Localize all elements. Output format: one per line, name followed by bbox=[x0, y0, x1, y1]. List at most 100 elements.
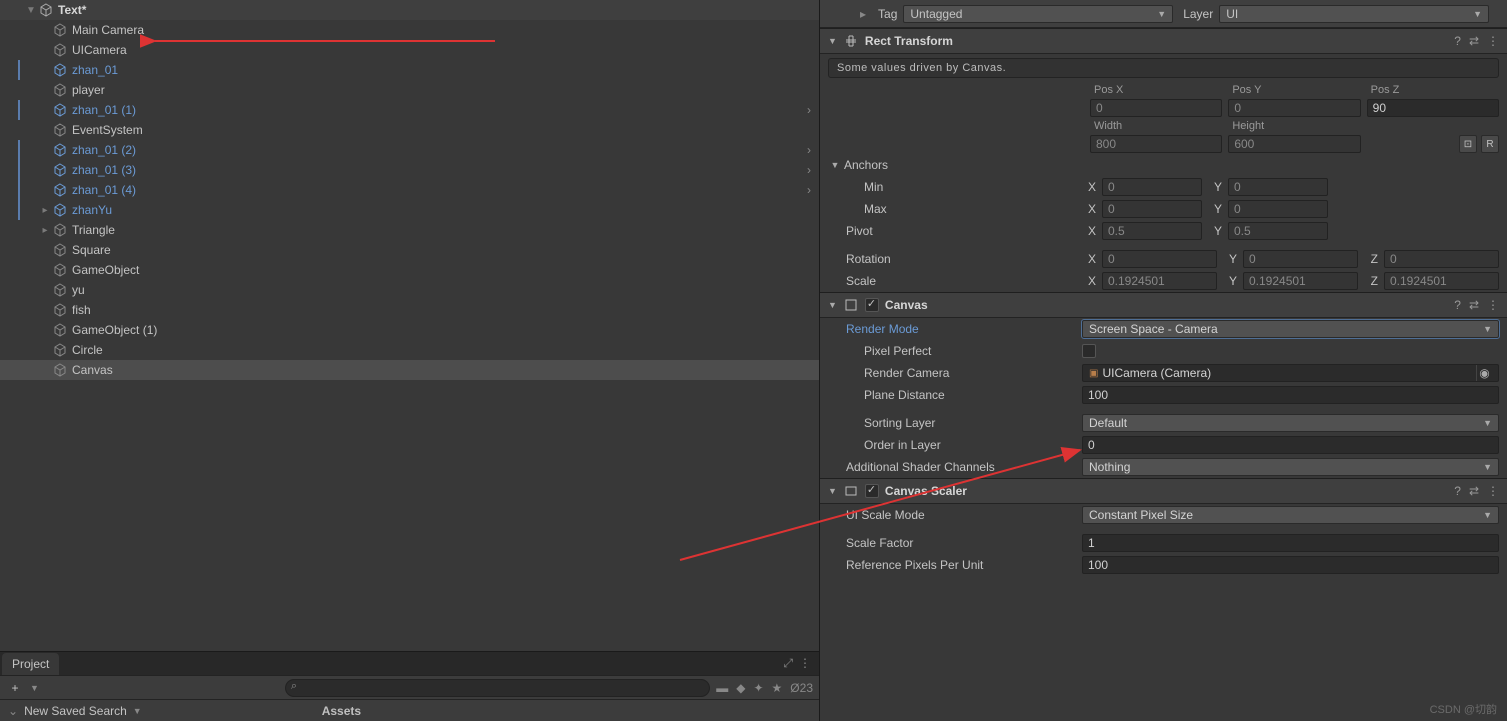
chevron-right-icon[interactable]: › bbox=[807, 183, 811, 197]
filter-label-icon[interactable]: ✦ bbox=[753, 681, 763, 695]
item-label: Square bbox=[72, 243, 111, 257]
hierarchy-item[interactable]: ▸zhanYu bbox=[0, 200, 819, 220]
hierarchy-item[interactable]: zhan_01 bbox=[0, 60, 819, 80]
filter-type-icon[interactable]: ◆ bbox=[736, 681, 745, 695]
hierarchy-item[interactable]: zhan_01 (2) › bbox=[0, 140, 819, 160]
lock-icon[interactable]: ⤢ bbox=[783, 656, 793, 671]
pixel-perfect-checkbox[interactable] bbox=[1082, 344, 1096, 358]
sorting-layer-dropdown[interactable]: Default▼ bbox=[1082, 414, 1499, 432]
chevron-right-icon[interactable]: › bbox=[807, 103, 811, 117]
search-icon: ⌕ bbox=[291, 680, 297, 693]
context-menu-icon[interactable]: ⋮ bbox=[1487, 484, 1499, 498]
chevron-right-icon[interactable]: › bbox=[807, 143, 811, 157]
hierarchy-tree[interactable]: ▼ Text* Main CameraUICamerazhan_01player… bbox=[0, 0, 819, 651]
context-menu-icon[interactable]: ⋮ bbox=[1487, 34, 1499, 48]
foldout-icon[interactable]: ▼ bbox=[828, 36, 837, 46]
render-mode-dropdown[interactable]: Screen Space - Camera▼ bbox=[1082, 320, 1499, 338]
hierarchy-item[interactable]: zhan_01 (3)› bbox=[0, 160, 819, 180]
filter-icon[interactable]: ▬ bbox=[716, 681, 728, 695]
gameobject-icon bbox=[52, 202, 68, 218]
anchors-row[interactable]: ▼ Anchors bbox=[820, 154, 1507, 176]
item-label: EventSystem bbox=[72, 123, 143, 137]
hidden-icon[interactable]: Ø23 bbox=[790, 681, 813, 695]
item-label: Circle bbox=[72, 343, 103, 357]
hierarchy-item[interactable]: Main Camera bbox=[0, 20, 819, 40]
plane-distance-input[interactable] bbox=[1082, 386, 1499, 404]
hierarchy-item[interactable]: zhan_01 (4)› bbox=[0, 180, 819, 200]
hierarchy-item[interactable]: yu bbox=[0, 280, 819, 300]
foldout-icon[interactable]: ▼ bbox=[828, 160, 842, 170]
foldout-icon[interactable]: ▼ bbox=[24, 5, 38, 16]
pos-z-input[interactable] bbox=[1367, 99, 1499, 117]
gameobject-icon bbox=[52, 362, 68, 378]
saved-search-expand-icon[interactable]: ⌄ bbox=[8, 704, 18, 718]
hierarchy-item[interactable]: Square bbox=[0, 240, 819, 260]
canvas-enabled-checkbox[interactable] bbox=[865, 298, 879, 312]
hierarchy-item[interactable]: player bbox=[0, 80, 819, 100]
tag-dropdown[interactable]: Untagged▼ bbox=[903, 5, 1173, 23]
item-label: fish bbox=[72, 303, 91, 317]
ref-ppu-input[interactable] bbox=[1082, 556, 1499, 574]
help-icon[interactable]: ? bbox=[1454, 298, 1461, 312]
canvas-scaler-icon bbox=[843, 483, 859, 499]
context-menu-icon[interactable]: ⋮ bbox=[799, 656, 811, 671]
canvas-scaler-enabled-checkbox[interactable] bbox=[865, 484, 879, 498]
hierarchy-item[interactable]: GameObject (1) bbox=[0, 320, 819, 340]
foldout-icon[interactable]: ▸ bbox=[38, 205, 52, 216]
preset-icon[interactable]: ⇄ bbox=[1469, 484, 1479, 498]
layer-dropdown[interactable]: UI▼ bbox=[1219, 5, 1489, 23]
scale-factor-input[interactable] bbox=[1082, 534, 1499, 552]
tag-layer-row: ▸ Tag Untagged▼ Layer UI▼ bbox=[820, 0, 1507, 28]
gameobject-icon bbox=[52, 142, 68, 158]
hierarchy-item[interactable]: Circle bbox=[0, 340, 819, 360]
foldout-icon[interactable]: ▸ bbox=[38, 225, 52, 236]
hierarchy-item[interactable]: UICamera bbox=[0, 40, 819, 60]
foldout-icon[interactable]: ▼ bbox=[828, 486, 837, 496]
rect-pos-row: Pos X Width Pos Y Height Pos Z ⊡ R bbox=[820, 82, 1507, 154]
anchors-label: Anchors bbox=[842, 158, 1090, 172]
preset-icon[interactable]: ⇄ bbox=[1469, 298, 1479, 312]
blueprint-mode-button[interactable]: ⊡ bbox=[1459, 135, 1477, 153]
canvas-scaler-header[interactable]: ▼ Canvas Scaler ? ⇄ ⋮ bbox=[820, 478, 1507, 504]
hierarchy-item[interactable]: GameObject bbox=[0, 260, 819, 280]
foldout-icon[interactable]: ▼ bbox=[828, 300, 837, 310]
ui-scale-mode-row: UI Scale Mode Constant Pixel Size▼ bbox=[820, 504, 1507, 526]
anchors-max-row: Max X Y bbox=[820, 198, 1507, 220]
context-menu-icon[interactable]: ⋮ bbox=[1487, 298, 1499, 312]
hierarchy-item[interactable]: Canvas bbox=[0, 360, 819, 380]
rect-transform-header[interactable]: ▼ Rect Transform ? ⇄ ⋮ bbox=[820, 28, 1507, 54]
rotation-y-input bbox=[1243, 250, 1358, 268]
add-dropdown-icon[interactable]: ▼ bbox=[30, 683, 39, 693]
item-label: Triangle bbox=[72, 223, 115, 237]
chevron-right-icon[interactable]: › bbox=[807, 163, 811, 177]
favorite-icon[interactable]: ★ bbox=[772, 681, 783, 695]
height-label: Height bbox=[1228, 120, 1360, 132]
scale-factor-label: Scale Factor bbox=[828, 536, 1082, 550]
anchor-max-y-input bbox=[1228, 200, 1328, 218]
sorting-layer-row: Sorting Layer Default▼ bbox=[820, 412, 1507, 434]
hierarchy-item[interactable]: zhan_01 (1)› bbox=[0, 100, 819, 120]
ui-scale-mode-dropdown[interactable]: Constant Pixel Size▼ bbox=[1082, 506, 1499, 524]
project-search-input[interactable] bbox=[285, 679, 710, 697]
help-icon[interactable]: ? bbox=[1454, 34, 1461, 48]
pixel-perfect-label: Pixel Perfect bbox=[828, 344, 1082, 358]
saved-search-dropdown-icon[interactable]: ▼ bbox=[133, 706, 142, 716]
render-camera-field[interactable]: ▣ UICamera (Camera) ◉ bbox=[1082, 364, 1499, 382]
help-icon[interactable]: ? bbox=[1454, 484, 1461, 498]
add-button[interactable]: + bbox=[6, 681, 24, 695]
canvas-header[interactable]: ▼ Canvas ? ⇄ ⋮ bbox=[820, 292, 1507, 318]
assets-label[interactable]: Assets bbox=[322, 704, 361, 718]
hierarchy-item[interactable]: EventSystem bbox=[0, 120, 819, 140]
additional-shader-dropdown[interactable]: Nothing▼ bbox=[1082, 458, 1499, 476]
preset-icon[interactable]: ⇄ bbox=[1469, 34, 1479, 48]
order-in-layer-input[interactable] bbox=[1082, 436, 1499, 454]
hierarchy-item-text[interactable]: ▼ Text* bbox=[0, 0, 819, 20]
raw-edit-button[interactable]: R bbox=[1481, 135, 1499, 153]
scale-label: Scale bbox=[828, 274, 1082, 288]
hierarchy-item[interactable]: ▸ Triangle bbox=[0, 220, 819, 240]
item-label: zhan_01 (2) bbox=[72, 143, 136, 157]
project-tab[interactable]: Project bbox=[2, 653, 59, 675]
inspector-panel: ▸ Tag Untagged▼ Layer UI▼ ▼ Rect Transfo… bbox=[820, 0, 1507, 721]
hierarchy-item[interactable]: fish bbox=[0, 300, 819, 320]
object-picker-icon[interactable]: ◉ bbox=[1476, 365, 1492, 381]
